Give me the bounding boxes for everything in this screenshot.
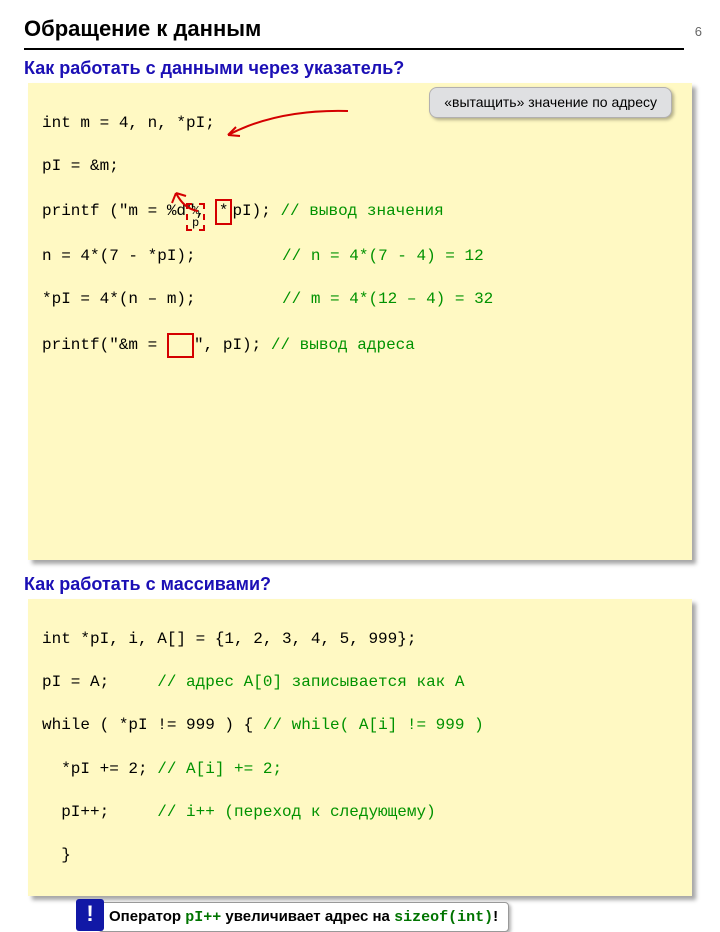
code-line: while ( *pI != 999 ) { // while( A[i] !=… xyxy=(42,715,678,737)
slide-title: Обращение к данным xyxy=(24,16,684,50)
deref-highlight: * xyxy=(215,199,233,225)
code-line: } xyxy=(42,845,678,867)
code-line: pI = A; // адрес A[0] записывается как A xyxy=(42,672,678,694)
subtitle-pointer: Как работать с данными через указатель? xyxy=(24,58,720,79)
fmt-placeholder-box xyxy=(167,333,194,359)
code-line: int *pI, i, A[] = {1, 2, 3, 4, 5, 999}; xyxy=(42,629,678,651)
page-number: 6 xyxy=(695,24,702,39)
code-line: pI = &m; xyxy=(42,156,678,178)
code-block-array: int *pI, i, A[] = {1, 2, 3, 4, 5, 999}; … xyxy=(28,599,692,896)
note-row: ! Оператор pI++ увеличивает адрес на siz… xyxy=(98,902,720,932)
code-line: *pI += 2; // A[i] += 2; xyxy=(42,759,678,781)
exclamation-icon: ! xyxy=(76,899,104,931)
note-bubble: Оператор pI++ увеличивает адрес на sizeo… xyxy=(98,902,509,932)
code-line: printf ("m = %d", *pI); // вывод значени… xyxy=(42,199,678,225)
code-line: n = 4*(7 - *pI); // n = 4*(7 - 4) = 12 xyxy=(42,246,678,268)
code-line: printf("&m = ", pI); // вывод адреса xyxy=(42,333,678,359)
code-line: *pI = 4*(n – m); // m = 4*(12 – 4) = 32 xyxy=(42,289,678,311)
percent-p-hint: % p xyxy=(186,203,205,231)
subtitle-array: Как работать с массивами? xyxy=(24,574,720,595)
code-block-pointer: int m = 4, n, *pI; pI = &m; printf ("m =… xyxy=(28,83,692,560)
callout-deref: «вытащить» значение по адресу xyxy=(429,87,672,118)
code-line: pI++; // i++ (переход к следующему) xyxy=(42,802,678,824)
